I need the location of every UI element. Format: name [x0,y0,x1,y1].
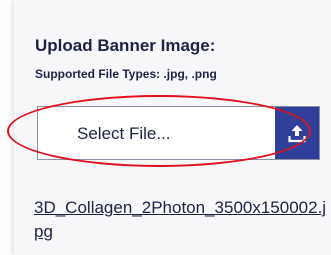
upload-button[interactable] [275,107,319,159]
select-file-placeholder: Select File... [77,124,171,143]
file-select-input[interactable]: Select File... [37,106,320,160]
upload-banner-title: Upload Banner Image: [35,36,216,55]
supported-file-types-label: Supported File Types: .jpg, .png [35,67,217,81]
uploaded-file-link[interactable]: 3D_Collagen_2Photon_3500x150002.jpg [34,196,331,244]
upload-banner-panel: Upload Banner Image: Supported File Type… [14,0,331,255]
upload-icon [288,123,306,143]
